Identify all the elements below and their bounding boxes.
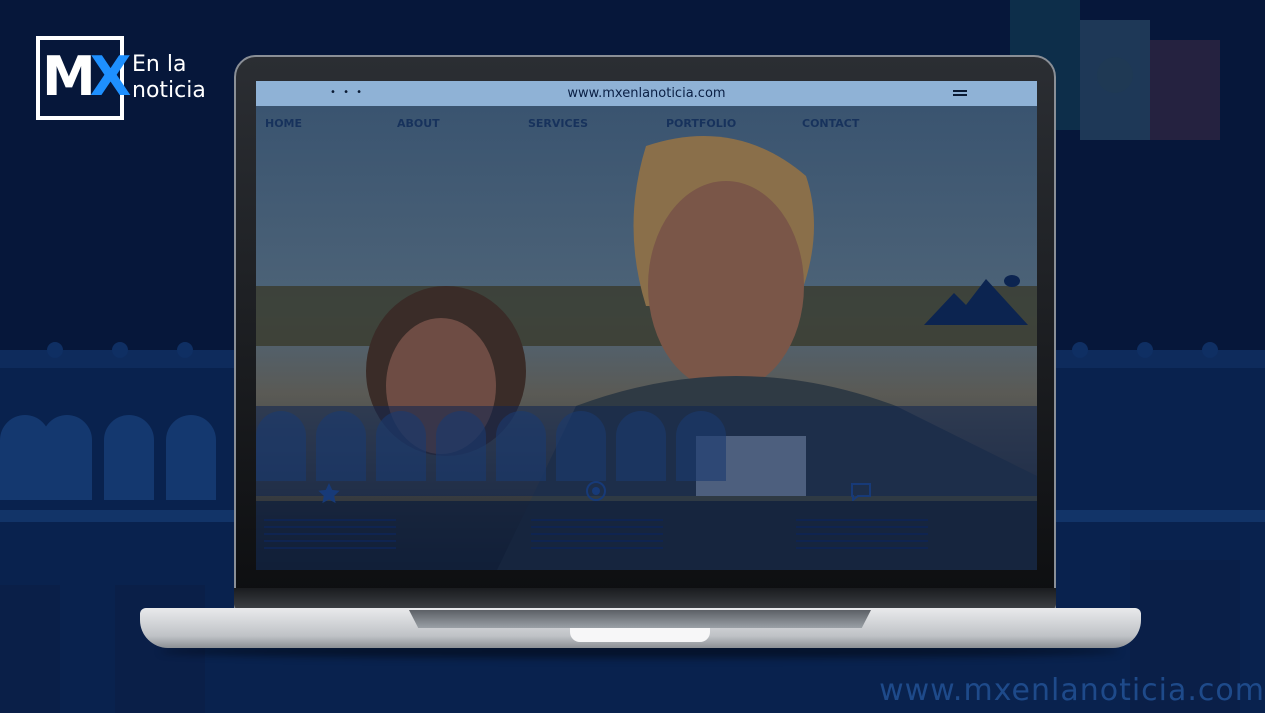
content-column-1 <box>264 519 396 554</box>
nav-services[interactable]: SERVICES <box>528 117 588 131</box>
logo-x: X <box>89 45 132 108</box>
hamburger-icon[interactable] <box>953 90 967 96</box>
laptop-screen: • • • www.mxenlanoticia.com HOME ABOUT S… <box>256 81 1037 570</box>
browser-url[interactable]: www.mxenlanoticia.com <box>567 81 725 106</box>
logo-letters: MX <box>42 45 132 108</box>
keyboard-edge <box>409 610 871 628</box>
site-nav: HOME ABOUT SERVICES PORTFOLIO CONTACT <box>256 117 1037 133</box>
nav-contact[interactable]: CONTACT <box>802 117 859 131</box>
chat-icon <box>851 483 871 501</box>
star-icon <box>318 483 340 503</box>
nav-home[interactable]: HOME <box>265 117 302 131</box>
badge-icon <box>586 481 606 501</box>
logo-line-2: noticia <box>132 78 206 103</box>
logo-mark: MX <box>36 36 132 120</box>
window-dots: • • • <box>330 87 365 98</box>
nav-portfolio[interactable]: PORTFOLIO <box>666 117 736 131</box>
browser-address-bar[interactable]: • • • www.mxenlanoticia.com <box>256 81 1037 106</box>
content-column-2 <box>531 519 663 554</box>
logo-line-1: En la <box>132 52 187 77</box>
logo-m: M <box>42 45 96 108</box>
nav-about[interactable]: ABOUT <box>397 117 440 131</box>
laptop-hinge <box>234 588 1056 610</box>
hero-photo <box>256 106 1037 570</box>
watermark-url: www.mxenlanoticia.com <box>879 673 1265 708</box>
content-column-3 <box>796 519 928 554</box>
brand-logo[interactable]: MX En la noticia <box>36 36 206 120</box>
mountain-image-icon <box>924 275 1028 325</box>
laptop-opening-notch <box>570 628 710 642</box>
logo-wordmark: En la noticia <box>132 52 206 104</box>
